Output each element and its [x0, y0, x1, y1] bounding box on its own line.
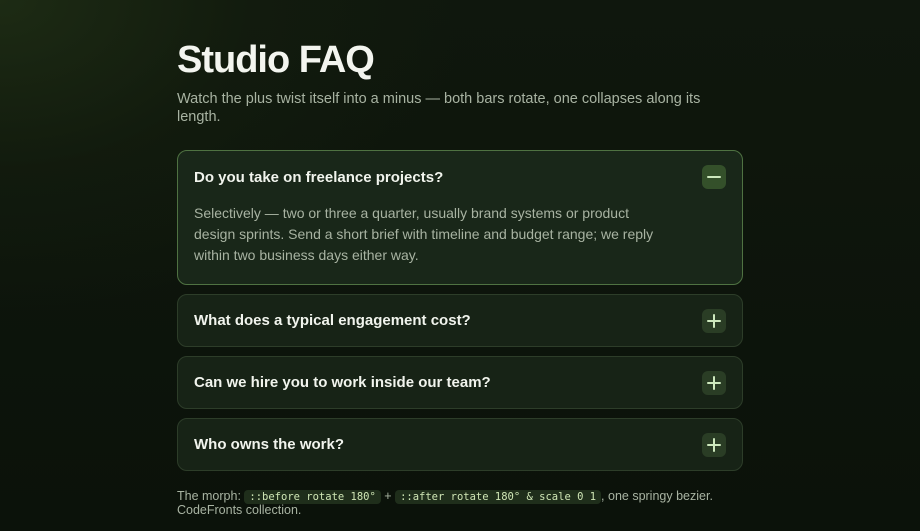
- faq-page: Studio FAQ Watch the plus twist itself i…: [177, 38, 743, 517]
- faq-question: Do you take on freelance projects?: [194, 168, 444, 186]
- page-title: Studio FAQ: [177, 39, 375, 81]
- page-subtitle: Watch the plus twist itself into a minus…: [177, 91, 701, 125]
- footnote: The morph: ::before rotate 180° + ::afte…: [177, 490, 743, 517]
- footnote-plus: +: [380, 489, 396, 503]
- toggle-bar-horizontal: [707, 176, 721, 178]
- faq-item-cost: What does a typical engagement cost?: [177, 294, 743, 347]
- faq-question-button[interactable]: Do you take on freelance projects?: [178, 151, 742, 203]
- faq-item-team: Can we hire you to work inside our team?: [177, 356, 743, 409]
- faq-item-ownership: Who owns the work?: [177, 418, 743, 471]
- plus-icon[interactable]: [702, 432, 726, 457]
- faq-item-freelance: Do you take on freelance projects? Selec…: [177, 150, 743, 285]
- toggle-bar-vertical: [713, 375, 715, 390]
- minus-icon[interactable]: [702, 165, 726, 189]
- faq-question-button[interactable]: Who owns the work?: [178, 419, 742, 470]
- faq-question-button[interactable]: Can we hire you to work inside our team?: [178, 357, 742, 408]
- faq-question-button[interactable]: What does a typical engagement cost?: [178, 295, 742, 346]
- toggle-bar-vertical: [713, 313, 715, 328]
- code-after-rule: ::after rotate 180° & scale 0 1: [395, 490, 602, 504]
- plus-icon[interactable]: [702, 308, 726, 333]
- footnote-prefix: The morph:: [177, 489, 245, 503]
- toggle-bar-vertical: [713, 437, 715, 452]
- code-before-rule: ::before rotate 180°: [244, 490, 381, 504]
- plus-icon[interactable]: [702, 370, 726, 395]
- faq-question: What does a typical engagement cost?: [194, 312, 471, 329]
- faq-answer: Selectively — two or three a quarter, us…: [194, 205, 654, 263]
- faq-list: Do you take on freelance projects? Selec…: [177, 150, 743, 471]
- faq-question: Who owns the work?: [194, 436, 344, 453]
- faq-question: Can we hire you to work inside our team?: [194, 374, 491, 391]
